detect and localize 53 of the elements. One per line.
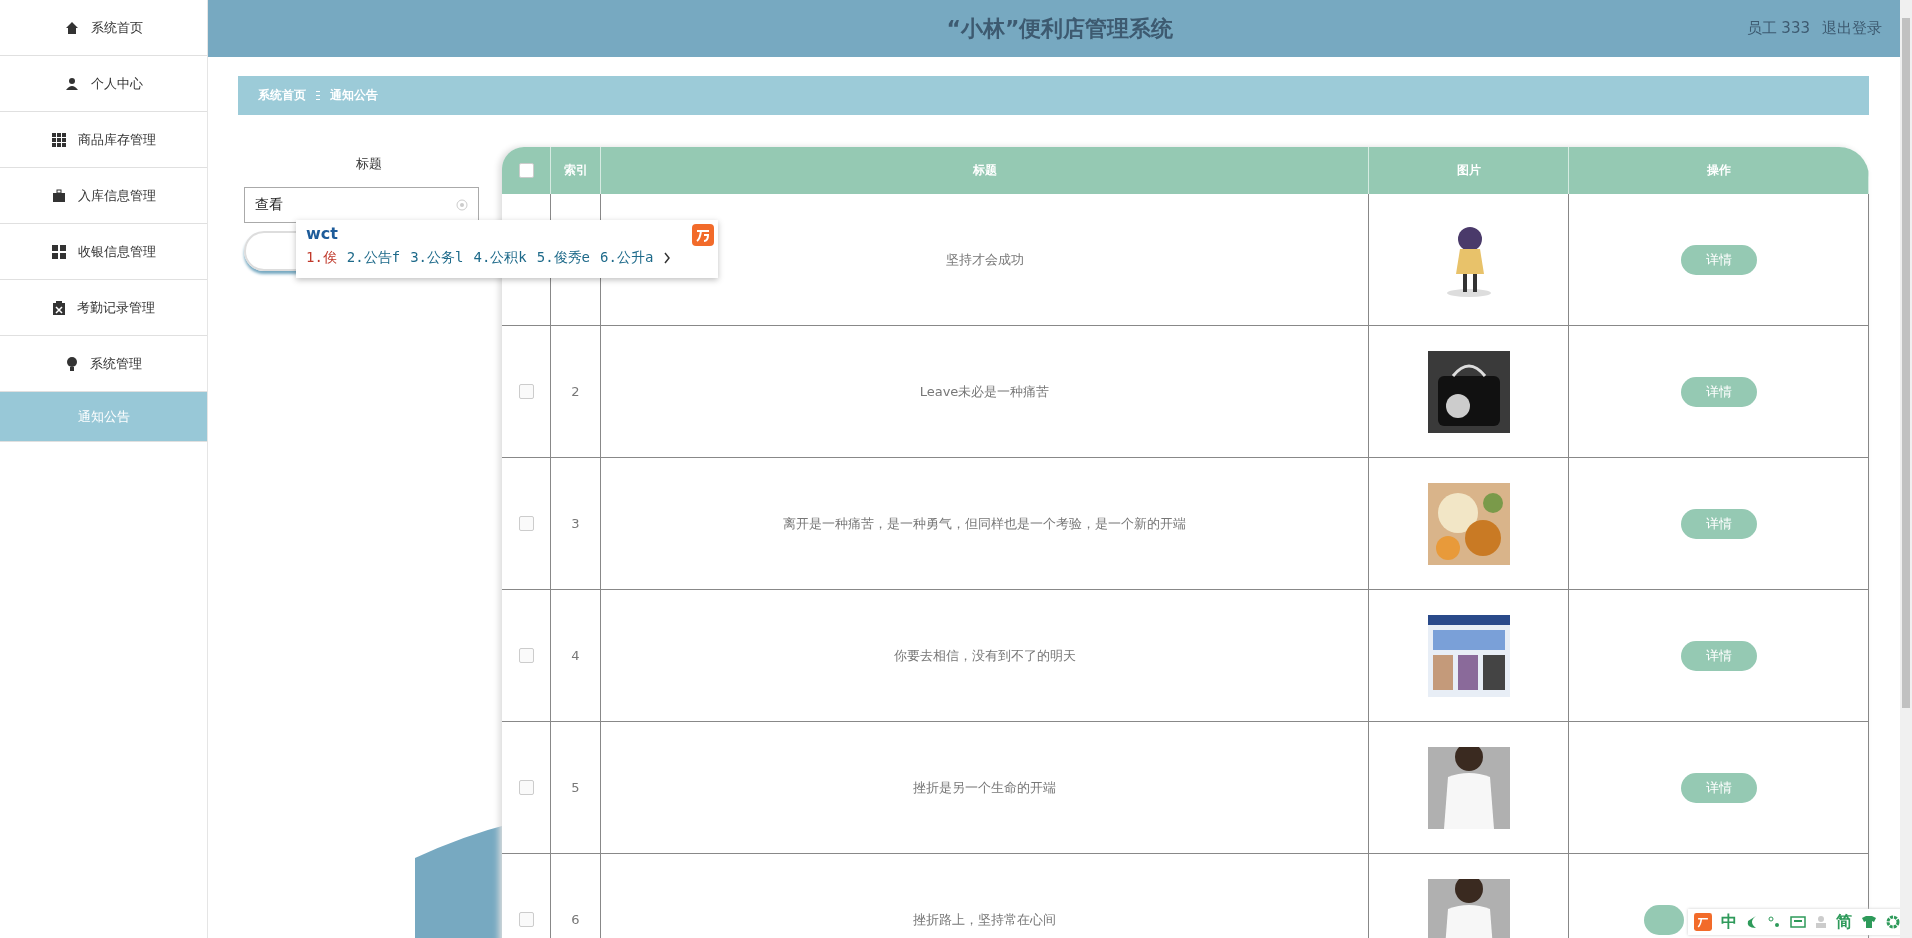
index-cell: 2 <box>571 384 580 399</box>
settings-icon[interactable] <box>1886 915 1900 929</box>
briefcase-icon <box>51 188 66 203</box>
index-cell: 6 <box>571 912 580 927</box>
index-cell: 5 <box>571 780 580 795</box>
user-name: 员工 333 <box>1746 19 1810 38</box>
punctuation-icon[interactable] <box>1767 915 1781 929</box>
scrollbar[interactable] <box>1900 0 1912 938</box>
ime-candidate[interactable]: 6.公升a <box>600 249 654 267</box>
column-header: 操作 <box>1569 147 1869 194</box>
index-cell: 3 <box>571 516 580 531</box>
ime-candidate[interactable]: 2.公告f <box>346 249 401 267</box>
title-cell: 坚持才会成功 <box>945 250 1024 269</box>
grid-icon <box>51 132 66 147</box>
home-icon <box>64 20 79 35</box>
title-cell: Leave未必是一种痛苦 <box>919 382 1050 401</box>
ime-mode-toggle[interactable]: 中 <box>1721 911 1737 933</box>
row-checkbox[interactable] <box>518 912 534 927</box>
chevron-right-icon[interactable] <box>663 252 672 264</box>
ime-input-text: wct <box>306 224 338 243</box>
row-checkbox[interactable] <box>518 384 534 399</box>
row-checkbox[interactable] <box>518 780 534 795</box>
person-icon[interactable] <box>1815 915 1827 929</box>
ime-candidate[interactable]: 4.公积k <box>473 249 527 267</box>
title-cell: 你要去相信，没有到不了的明天 <box>893 646 1076 665</box>
clear-icon <box>456 199 468 211</box>
row-checkbox[interactable] <box>518 648 534 663</box>
ime-logo-icon[interactable] <box>1694 913 1712 931</box>
field-label: 标题 <box>356 155 382 173</box>
ime-logo-icon <box>692 224 714 246</box>
select-all-checkbox[interactable] <box>518 163 534 178</box>
bulb-icon <box>65 356 78 371</box>
app-title: “小林”便利店管理系统 <box>946 15 1174 41</box>
title-input[interactable]: 查看 <box>244 187 479 223</box>
title-cell: 挫折路上，坚持常在心间 <box>913 910 1056 929</box>
user-icon <box>64 76 79 91</box>
shirt-icon[interactable] <box>1861 915 1877 929</box>
column-header: 图片 <box>1369 147 1569 194</box>
title-cell: 离开是一种痛苦，是一种勇气，但同样也是一个考验，是一个新的开端 <box>783 514 1186 533</box>
column-header: 标题 <box>601 147 1369 194</box>
ime-candidate[interactable]: 1.俟 <box>306 249 337 267</box>
index-cell: 4 <box>571 648 580 663</box>
clipboard-icon <box>52 300 65 315</box>
ime-charset-toggle[interactable]: 简 <box>1836 911 1852 933</box>
moon-icon[interactable] <box>1746 915 1758 929</box>
keyboard-icon[interactable] <box>1790 916 1806 928</box>
details-button[interactable] <box>1643 904 1684 935</box>
column-header: 索引 <box>551 147 601 194</box>
tiles-icon <box>51 244 66 259</box>
title-cell: 挫折是另一个生命的开端 <box>913 778 1056 797</box>
row-checkbox[interactable] <box>518 516 534 531</box>
ime-candidate[interactable]: 5.俊秀e <box>536 249 591 267</box>
ime-candidate[interactable]: 3.公务l <box>410 249 464 267</box>
